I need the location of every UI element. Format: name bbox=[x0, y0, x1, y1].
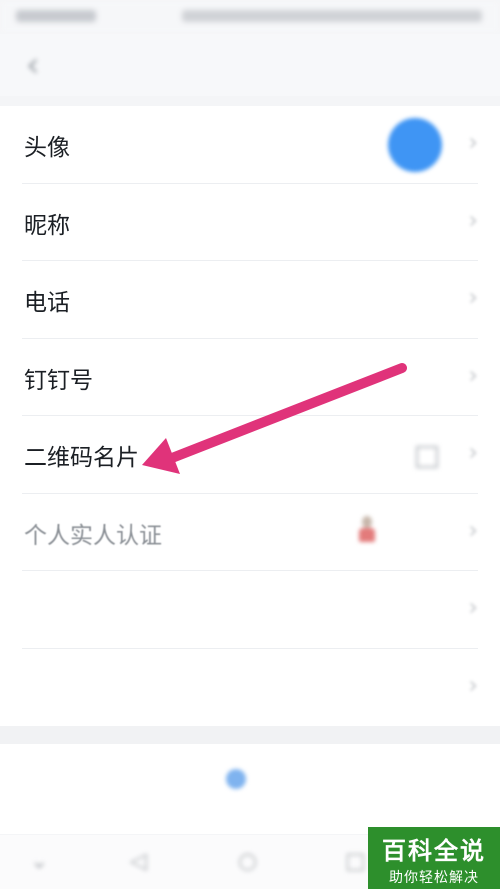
nav-back-icon[interactable]: ◁ bbox=[130, 849, 147, 874]
nav-recent-icon[interactable]: □ bbox=[345, 849, 366, 874]
row-label-qr-card: 二维码名片 bbox=[24, 445, 139, 471]
chevron-right-icon: › bbox=[468, 515, 478, 544]
row-label-avatar: 头像 bbox=[24, 135, 70, 161]
row-qr-card[interactable]: 二维码名片 › bbox=[0, 416, 500, 494]
chevron-right-icon: › bbox=[468, 438, 478, 466]
chevron-right-icon: › bbox=[468, 593, 478, 621]
info-icon bbox=[226, 769, 246, 789]
row-phone[interactable]: 电话 › bbox=[0, 261, 500, 339]
watermark-slogan: 助你轻松解决 bbox=[389, 870, 479, 886]
status-bar-left bbox=[16, 10, 96, 22]
back-arrow-icon[interactable]: ‹ bbox=[26, 48, 40, 82]
watermark-logo: 百科全说 助你轻松解决 bbox=[368, 827, 500, 889]
section-divider bbox=[0, 726, 500, 744]
row-label-phone: 电话 bbox=[24, 290, 70, 316]
status-bar-right bbox=[182, 10, 482, 22]
profile-list: 头像 › 昵称 › 电话 › 钉钉号 › 二维码名片 › 个人实人认证 › › … bbox=[0, 106, 500, 834]
chevron-right-icon: › bbox=[468, 283, 478, 311]
chevron-right-icon: › bbox=[468, 360, 478, 389]
nav-bar: ‹ bbox=[0, 34, 500, 96]
qr-code-icon bbox=[416, 446, 438, 468]
row-identity-verification[interactable]: 个人实人认证 › bbox=[0, 494, 500, 572]
nav-home-icon[interactable]: ○ bbox=[238, 849, 257, 874]
chevron-right-icon: › bbox=[468, 670, 478, 699]
status-bar bbox=[0, 0, 500, 34]
row-work-info[interactable]: › bbox=[0, 571, 500, 649]
row-nickname[interactable]: 昵称 › bbox=[0, 184, 500, 262]
row-dingtalk-id[interactable]: 钉钉号 › bbox=[0, 339, 500, 417]
verification-badge-icon bbox=[356, 515, 378, 546]
row-label-identity-verification: 个人实人认证 bbox=[24, 522, 162, 549]
chevron-down-icon[interactable]: ⌄ bbox=[30, 849, 48, 874]
chevron-right-icon: › bbox=[468, 128, 478, 156]
row-more[interactable]: › bbox=[0, 649, 500, 727]
row-label-nickname: 昵称 bbox=[24, 212, 70, 239]
watermark-brand: 百科全说 bbox=[382, 837, 486, 865]
row-label-dingtalk-id: 钉钉号 bbox=[24, 367, 93, 394]
chevron-right-icon: › bbox=[468, 205, 478, 234]
row-avatar[interactable]: 头像 › bbox=[0, 106, 500, 184]
company-section[interactable] bbox=[0, 744, 500, 834]
avatar bbox=[388, 118, 442, 172]
